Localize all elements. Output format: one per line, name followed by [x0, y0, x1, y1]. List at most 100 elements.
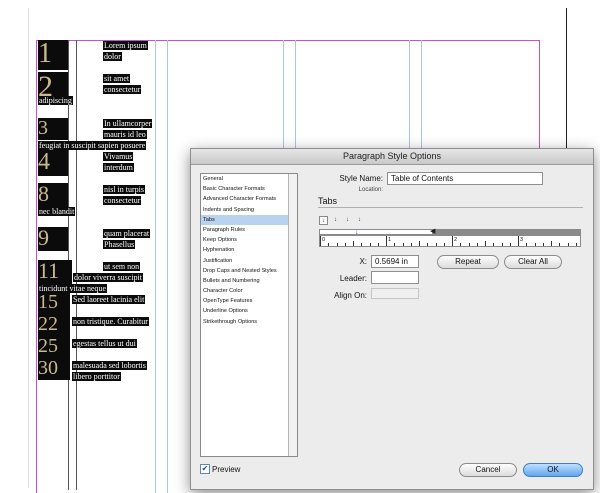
checkmark-icon: ✔ [201, 464, 209, 473]
ruler-tick [469, 243, 470, 246]
column-guide [295, 40, 296, 150]
category-item-keep-options[interactable]: Keep Options [201, 235, 297, 245]
ruler-tick [502, 243, 503, 246]
toc-entry-text: consectetur [103, 85, 142, 94]
ruler-tick [576, 243, 577, 246]
category-item-advanced-character-formats[interactable]: Advanced Character Formats [201, 194, 297, 204]
toc-entry-text: consectetur [103, 196, 142, 205]
column-guide [155, 40, 156, 493]
align-to-decimal-tab-button[interactable]: ↓ [355, 216, 364, 225]
toc-entry-text: nisl in turpis [103, 185, 146, 194]
toc-entry-text: quam placerat [103, 229, 151, 238]
ruler-tick [394, 243, 395, 246]
location-label: Location: [358, 187, 383, 193]
ruler-tick [320, 236, 321, 246]
toc-page-number: 4 [38, 150, 68, 176]
ruler-tick [452, 236, 453, 246]
toc-page-number: 15 [38, 292, 70, 314]
left-justified-tab-button[interactable]: ↓ [319, 216, 328, 225]
clear-all-button[interactable]: Clear All [504, 255, 562, 269]
column-guide [421, 40, 422, 150]
tab-stop-marker[interactable]: ↓ [355, 229, 359, 236]
toc-entry-text: feugiat in suscipit sapien posuere [38, 141, 147, 150]
ruler-tick [361, 243, 362, 246]
toc-entry-text: Vivamus [103, 152, 134, 161]
repeat-button[interactable]: Repeat [437, 255, 499, 269]
ruler-tick [559, 243, 560, 246]
dialog-title: Paragraph Style Options [191, 149, 593, 165]
category-list[interactable]: General Basic Character Formats Advanced C… [200, 173, 298, 457]
toc-entry-text: egestas tellus ut dui [72, 339, 137, 348]
category-item-justification[interactable]: Justification [201, 256, 297, 266]
right-indent-marker[interactable]: ◀ [430, 228, 435, 235]
ruler-tick [477, 243, 478, 246]
ruler-tick [526, 243, 527, 246]
toc-entry-text: interdum [103, 163, 134, 172]
toc-entry-text: malesuada sed lobortis [72, 361, 147, 370]
category-item-hyphenation[interactable]: Hyphenation [201, 245, 297, 255]
align-on-label: Align On: [334, 291, 367, 300]
tabs-section-title: Tabs [318, 196, 338, 206]
ruler-tick [493, 243, 494, 246]
style-name-field[interactable]: Table of Contents [387, 172, 543, 185]
category-item-indents-and-spacing[interactable]: Indents and Spacing [201, 205, 297, 215]
x-position-label: X: [359, 257, 367, 266]
cancel-button[interactable]: Cancel [459, 463, 517, 477]
ruler-tick [551, 241, 552, 246]
category-item-paragraph-rules[interactable]: Paragraph Rules [201, 225, 297, 235]
center-justified-tab-button[interactable]: ↓ [331, 216, 340, 225]
ruler-tick [345, 243, 346, 246]
ruler-tick [444, 243, 445, 246]
toc-page-number: 9 [38, 227, 68, 251]
toc-entry-text: Sed laoreet lacinia elit [72, 295, 146, 304]
ok-button[interactable]: OK [523, 463, 583, 477]
tab-ruler[interactable]: 0 1 2 3 ↓ ◀ [319, 228, 581, 247]
category-item-basic-character-formats[interactable]: Basic Character Formats [201, 184, 297, 194]
ruler-tick [485, 241, 486, 246]
leader-field[interactable] [371, 271, 419, 284]
ruler-tick [337, 243, 338, 246]
toc-entry-text: dolor viverra suscipit [73, 273, 143, 282]
toc-page-number: 25 [38, 336, 70, 358]
preview-checkbox[interactable]: ✔ [200, 464, 210, 474]
ruler-tick [460, 243, 461, 246]
column-guide [283, 40, 284, 150]
toc-entry-text: Lorem ipsum [103, 41, 148, 50]
category-item-bullets-and-numbering[interactable]: Bullets and Numbering [201, 276, 297, 286]
category-list-scrollbar[interactable] [288, 174, 297, 456]
ruler-tick [370, 243, 371, 246]
toc-entry-text: ut sem non [103, 262, 141, 271]
ruler-tick [535, 243, 536, 246]
column-guide [167, 40, 168, 493]
x-position-field[interactable]: 0.5694 in [371, 255, 419, 268]
toc-page-number: 8 [38, 183, 68, 207]
category-item-underline-options[interactable]: Underline Options [201, 306, 297, 316]
toc-entry-text: adipiscing [38, 96, 73, 105]
ruler-tick [510, 243, 511, 246]
style-name-label: Style Name: [339, 174, 383, 183]
category-item-drop-caps-and-nested-styles[interactable]: Drop Caps and Nested Styles [201, 266, 297, 276]
ruler-label: 2 [454, 237, 458, 243]
toc-page-number: 11 [38, 260, 72, 284]
right-justified-tab-button[interactable]: ↓ [343, 216, 352, 225]
ruler-tick [436, 243, 437, 246]
ruler-tick [427, 243, 428, 246]
ruler-label: 1 [388, 237, 392, 243]
preview-label: Preview [212, 465, 241, 474]
toc-entry-text: tincidunt vitae neque [38, 284, 108, 293]
ruler-scale[interactable]: 0 1 2 3 [319, 235, 581, 247]
toc-entry-text: non tristique. Curabitur [72, 317, 149, 326]
text-frame-edge [76, 40, 77, 490]
toc-page-number: 30 [38, 358, 70, 380]
ruler-tick [403, 243, 404, 246]
ruler-tick [353, 241, 354, 246]
category-item-tabs[interactable]: Tabs [201, 214, 297, 225]
category-item-strikethrough-options[interactable]: Strikethrough Options [201, 317, 297, 327]
toc-entry-text: nec blandit [38, 207, 76, 216]
ruler-tick [386, 236, 387, 246]
category-item-opentype-features[interactable]: OpenType Features [201, 296, 297, 306]
category-item-general[interactable]: General [201, 174, 297, 184]
toc-page-number: 22 [38, 314, 70, 336]
category-item-character-color[interactable]: Character Color [201, 286, 297, 296]
toc-page-number: 3 [38, 118, 68, 140]
